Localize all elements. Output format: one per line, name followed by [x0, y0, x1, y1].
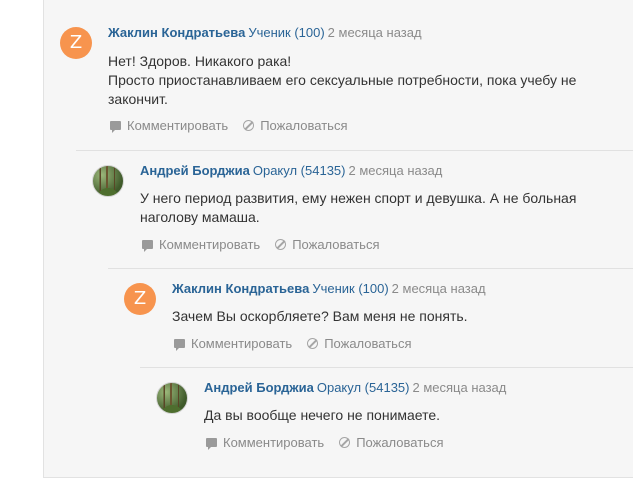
- comment-button-label: Комментировать: [223, 435, 325, 450]
- timestamp: 2 месяца назад: [412, 380, 507, 395]
- report-button-label: Пожаловаться: [356, 435, 444, 450]
- report-button[interactable]: Пожаловаться: [243, 118, 348, 133]
- comment-item: Z Жаклин Кондратьева Ученик (100) 2 месяца…: [108, 268, 633, 351]
- avatar[interactable]: [92, 165, 124, 197]
- timestamp: 2 месяца назад: [327, 25, 422, 40]
- comment-text-line: Нет! Здоров. Никакого рака!: [108, 53, 292, 69]
- comment-text: Нет! Здоров. Никакого рака! Просто приос…: [108, 52, 613, 109]
- user-rank[interactable]: Оракул (54135): [317, 380, 410, 395]
- timestamp: 2 месяца назад: [391, 281, 486, 296]
- comment-button[interactable]: Комментировать: [174, 336, 292, 351]
- comment-actions: Комментировать Пожаловаться: [174, 336, 427, 351]
- comment-item: Андрей Борджиа Оракул (54135) 2 месяца наз…: [140, 367, 633, 450]
- comment-text-line: закончит.: [108, 91, 168, 107]
- comment-text-line: Просто приостанавливаем его сексуальные …: [108, 72, 577, 88]
- report-button[interactable]: Пожаловаться: [339, 435, 444, 450]
- comment-actions: Комментировать Пожаловаться: [206, 435, 459, 450]
- comment-text-line: У него период развития, ему нежен спорт …: [140, 190, 577, 206]
- report-button-label: Пожаловаться: [324, 336, 412, 351]
- comment-button[interactable]: Комментировать: [206, 435, 324, 450]
- avatar[interactable]: Z: [124, 283, 156, 315]
- user-rank[interactable]: Оракул (54135): [253, 163, 346, 178]
- comment-text: Да вы вообще нечего не понимаете.: [204, 406, 613, 425]
- comment-text-line: Зачем Вы оскорбляете? Вам меня не понять…: [172, 308, 468, 324]
- comment-header: Жаклин Кондратьева Ученик (100) 2 месяца н…: [172, 281, 486, 297]
- comment-button-label: Комментировать: [127, 118, 229, 133]
- comment-text: У него период развития, ему нежен спорт …: [140, 189, 613, 227]
- report-button[interactable]: Пожаловаться: [275, 237, 380, 252]
- avatar[interactable]: Z: [60, 27, 92, 59]
- comment-actions: Комментировать Пожаловаться: [142, 237, 395, 252]
- avatar[interactable]: [156, 382, 188, 414]
- comment-actions: Комментировать Пожаловаться: [110, 118, 363, 133]
- comment-icon: [110, 121, 121, 133]
- user-rank[interactable]: Ученик (100): [312, 281, 388, 296]
- comment-button-label: Комментировать: [191, 336, 293, 351]
- report-icon: [275, 239, 287, 250]
- report-icon: [243, 120, 255, 131]
- report-button[interactable]: Пожаловаться: [307, 336, 412, 351]
- comment-icon: [174, 339, 185, 351]
- comment-text-line: Да вы вообще нечего не понимаете.: [204, 407, 441, 423]
- author-link[interactable]: Андрей Борджиа: [140, 163, 250, 178]
- report-button-label: Пожаловаться: [260, 118, 348, 133]
- timestamp: 2 месяца назад: [348, 163, 443, 178]
- comment-header: Андрей Борджиа Оракул (54135) 2 месяца наз…: [204, 380, 506, 396]
- comment-item: Андрей Борджиа Оракул (54135) 2 месяца наз…: [76, 150, 633, 252]
- comment-header: Андрей Борджиа Оракул (54135) 2 месяца наз…: [140, 163, 442, 179]
- author-link[interactable]: Жаклин Кондратьева: [172, 281, 309, 296]
- report-button-label: Пожаловаться: [292, 237, 380, 252]
- comment-button[interactable]: Комментировать: [142, 237, 260, 252]
- comment-icon: [206, 438, 217, 450]
- author-link[interactable]: Жаклин Кондратьева: [108, 25, 245, 40]
- user-rank[interactable]: Ученик (100): [248, 25, 324, 40]
- comment-button-label: Комментировать: [159, 237, 261, 252]
- comment-header: Жаклин Кондратьева Ученик (100) 2 месяца н…: [108, 25, 422, 41]
- report-icon: [339, 437, 351, 448]
- comment-thread: Z Жаклин Кондратьева Ученик (100) 2 месяца…: [43, 0, 633, 478]
- comment-text-line: наголову мамаша.: [140, 209, 260, 225]
- comment-text: Зачем Вы оскорбляете? Вам меня не понять…: [172, 307, 613, 326]
- report-icon: [307, 338, 319, 349]
- author-link[interactable]: Андрей Борджиа: [204, 380, 314, 395]
- comment-button[interactable]: Комментировать: [110, 118, 228, 133]
- comment-icon: [142, 240, 153, 252]
